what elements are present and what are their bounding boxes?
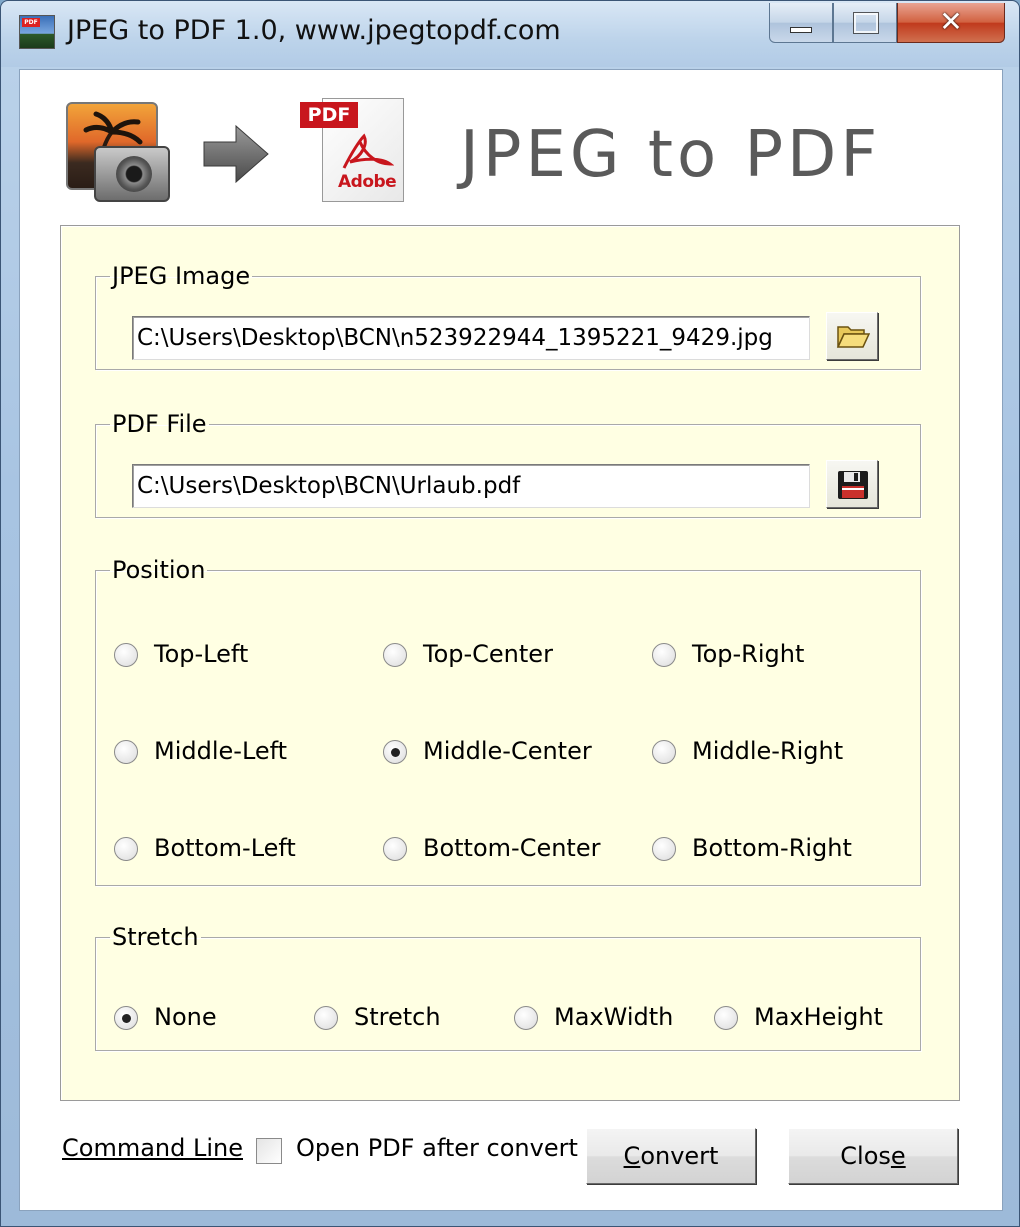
convert-button-label: onvert [640,1142,719,1170]
radio-bottom-center-indicator[interactable] [383,837,407,861]
radio-stretch-none-label: None [154,1003,217,1031]
close-window-button[interactable]: ✕ [897,3,1005,43]
radio-bottom-right-label: Bottom-Right [692,834,852,862]
browse-jpeg-button[interactable] [826,312,878,360]
radio-top-center-indicator[interactable] [383,643,407,667]
radio-middle-right-indicator[interactable] [652,740,676,764]
app-heading: JPEG to PDF [460,118,882,192]
adobe-logo: Adobe [338,172,397,192]
close-button-mnemonic: e [890,1142,906,1170]
acrobat-swoosh-icon [342,133,394,169]
maximize-icon [853,12,879,34]
stretch-group: Stretch None Stretch MaxWidth MaxHeight [95,923,921,1051]
radio-stretch-none-indicator[interactable] [114,1006,138,1030]
radio-stretch-maxwidth-label: MaxWidth [554,1003,674,1031]
radio-top-left-label: Top-Left [154,640,249,668]
pdf-badge: PDF [300,102,358,128]
command-line-link[interactable]: Command Line [62,1134,243,1162]
close-button[interactable]: Close [788,1128,958,1184]
open-pdf-checkbox-label: Open PDF after convert [296,1134,578,1162]
camera-icon [94,146,170,202]
app-window: PDF JPEG to PDF 1.0, www.jpegtopdf.com ✕ [0,0,1020,1227]
radio-stretch-stretch-indicator[interactable] [314,1006,338,1030]
radio-stretch-maxwidth-indicator[interactable] [514,1006,538,1030]
radio-stretch-stretch-label: Stretch [354,1003,441,1031]
radio-middle-left-indicator[interactable] [114,740,138,764]
jpeg-image-legend: JPEG Image [112,262,251,290]
position-legend: Position [112,556,206,584]
open-pdf-checkbox[interactable] [256,1138,282,1164]
pdf-file-legend: PDF File [112,410,207,438]
arrow-right-icon [202,124,270,184]
radio-stretch-maxheight-indicator[interactable] [714,1006,738,1030]
radio-bottom-left-indicator[interactable] [114,837,138,861]
pdf-document-icon: PDF Adobe [300,98,408,204]
convert-button[interactable]: Convert [586,1128,756,1184]
convert-button-mnemonic: C [623,1142,641,1170]
radio-middle-left-label: Middle-Left [154,737,288,765]
radio-stretch-maxheight-label: MaxHeight [754,1003,883,1031]
maximize-button[interactable] [833,3,897,43]
radio-middle-center-label: Middle-Center [423,737,592,765]
position-group: Position Top-Left Top-Center Top-Right M… [95,556,921,886]
radio-bottom-center-label: Bottom-Center [423,834,601,862]
jpeg-path-input[interactable]: C:\Users\Desktop\BCN\n523922944_1395221_… [132,316,810,360]
title-bar[interactable]: PDF JPEG to PDF 1.0, www.jpegtopdf.com ✕ [1,1,1019,67]
pdf-path-input[interactable]: C:\Users\Desktop\BCN\Urlaub.pdf [132,464,810,508]
window-title: JPEG to PDF 1.0, www.jpegtopdf.com [67,15,561,46]
pdf-file-group: PDF File C:\Users\Desktop\BCN\Urlaub.pdf [95,410,921,518]
radio-top-right-indicator[interactable] [652,643,676,667]
jpeg-image-group: JPEG Image C:\Users\Desktop\BCN\n5239229… [95,262,921,370]
save-pdf-button[interactable] [826,460,878,508]
radio-top-right-label: Top-Right [692,640,805,668]
app-icon: PDF [19,15,55,49]
camera-lens-icon [116,156,152,192]
radio-bottom-right-indicator[interactable] [652,837,676,861]
radio-middle-center-indicator[interactable] [383,740,407,764]
open-folder-icon [836,326,870,348]
jpeg-camera-icon [66,102,170,202]
radio-top-left-indicator[interactable] [114,643,138,667]
settings-panel: JPEG Image C:\Users\Desktop\BCN\n5239229… [60,225,960,1101]
minimize-icon [790,27,812,33]
minimize-button[interactable] [769,3,833,43]
radio-top-center-label: Top-Center [423,640,553,668]
close-icon: ✕ [939,5,963,38]
floppy-disk-icon [838,471,868,499]
radio-middle-right-label: Middle-Right [692,737,844,765]
app-icon-badge: PDF [22,18,40,27]
close-button-label: Clos [840,1142,891,1170]
radio-bottom-left-label: Bottom-Left [154,834,296,862]
client-area: PDF Adobe JPEG to PDF JPEG Image C:\User… [19,69,1003,1211]
stretch-legend: Stretch [112,923,199,951]
